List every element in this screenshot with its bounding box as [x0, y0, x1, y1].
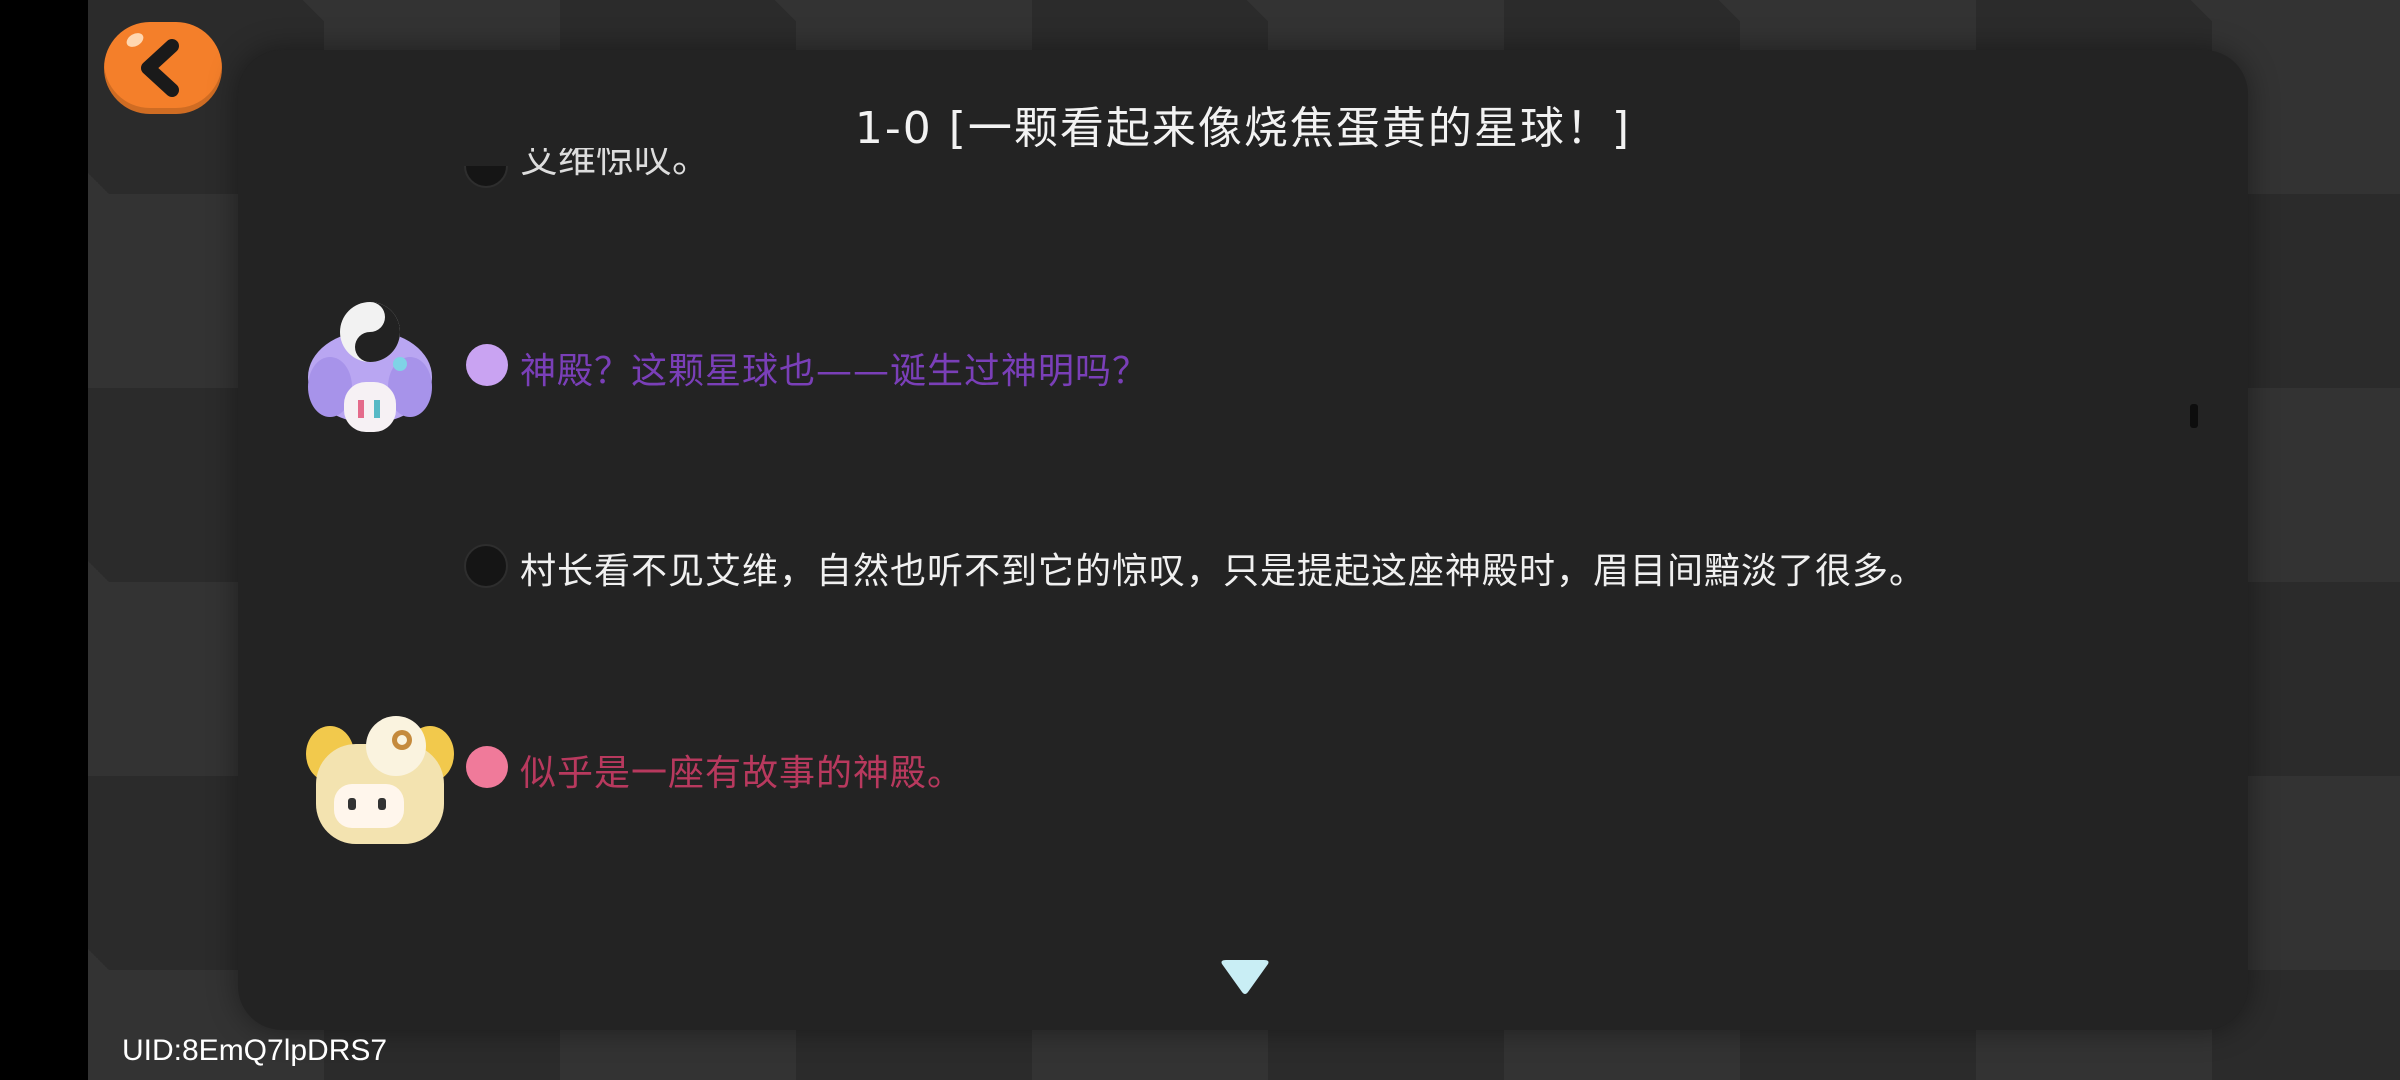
blonde-character-avatar — [306, 716, 454, 844]
chevron-left-icon — [141, 39, 179, 97]
narrator-dot — [464, 544, 508, 588]
triangle-down-icon[interactable] — [1218, 958, 1272, 998]
purple-character-avatar — [308, 302, 432, 432]
dialogue-line: 村长看不见艾维，自然也听不到它的惊叹，只是提起这座神殿时，眉目间黯淡了很多。 — [520, 551, 1927, 592]
dialogue-line: 似乎是一座有故事的神殿。 — [520, 753, 965, 794]
speaker-dot-purple — [466, 344, 508, 386]
back-button[interactable] — [104, 22, 222, 114]
partial-dialogue-line: 艾维惊叹。 — [520, 148, 711, 181]
chapter-title: 1-0 [一颗看起来像烧焦蛋黄的星球！] — [854, 103, 1632, 154]
dialogue-log-panel — [238, 50, 2248, 1030]
speaker-dot-pink — [466, 746, 508, 788]
user-id-label: UID:8EmQ7lpDRS7 — [122, 1034, 388, 1067]
dialogue-line: 神殿？这颗星球也——诞生过神明吗？ — [520, 351, 1150, 392]
scrollbar-thumb[interactable] — [2190, 404, 2198, 428]
